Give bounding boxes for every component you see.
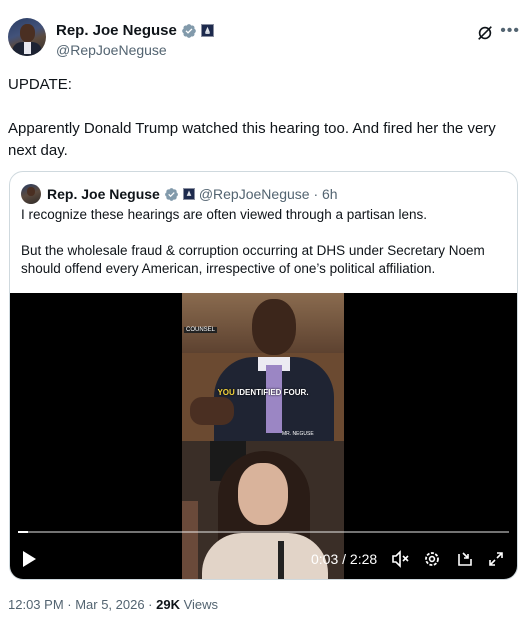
affiliation-badge-icon	[182, 188, 195, 200]
video-time: 0:03 / 2:28	[311, 551, 378, 567]
mute-icon[interactable]	[390, 549, 410, 569]
video-label-left: COUNSEL	[184, 327, 218, 333]
quoted-header: Rep. Joe Neguse @RepJoeNeguse · 6h	[21, 184, 338, 204]
settings-gear-icon[interactable]	[422, 549, 442, 569]
quoted-handle-time: @RepJoeNeguse · 6h	[198, 186, 338, 202]
author-handle[interactable]: @RepJoeNeguse	[56, 42, 167, 58]
tweet-paragraph: UPDATE:	[8, 76, 72, 93]
quoted-avatar	[21, 184, 41, 204]
picture-in-picture-icon[interactable]	[455, 549, 475, 569]
video-player[interactable]: COUNSEL MR. NEGUSE YOU IDENTIFIED FOUR. …	[10, 293, 517, 579]
quoted-paragraph: But the wholesale fraud & corruption occ…	[21, 243, 485, 276]
grok-icon[interactable]	[476, 24, 494, 42]
fullscreen-icon[interactable]	[486, 549, 506, 569]
author-name[interactable]: Rep. Joe Neguse	[56, 22, 177, 39]
tweet-meta: 12:03 PM · Mar 5, 2026 · 29K Views	[8, 597, 218, 612]
author-name-row: Rep. Joe Neguse	[56, 22, 214, 39]
quoted-paragraph: I recognize these hearings are often vie…	[21, 207, 428, 222]
tweet-timestamp[interactable]: 12:03 PM · Mar 5, 2026 ·	[8, 597, 156, 612]
tweet-header: Rep. Joe Neguse @RepJoeNeguse •••	[8, 18, 520, 62]
video-caption-highlight: YOU	[217, 388, 235, 397]
video-caption: YOU IDENTIFIED FOUR.	[182, 388, 344, 397]
more-options-icon[interactable]: •••	[500, 22, 520, 40]
quoted-author-name: Rep. Joe Neguse	[47, 186, 160, 202]
video-frame: COUNSEL MR. NEGUSE YOU IDENTIFIED FOUR.	[182, 293, 344, 579]
video-controls: 0:03 / 2:28	[10, 543, 517, 575]
tweet-body: UPDATE: Apparently Donald Trump watched …	[8, 74, 508, 184]
play-icon[interactable]	[23, 551, 36, 567]
author-avatar[interactable]	[8, 18, 46, 56]
video-caption-rest: IDENTIFIED FOUR.	[234, 388, 309, 397]
views-label: Views	[179, 597, 219, 612]
verified-badge-icon	[182, 23, 196, 38]
verified-badge-icon	[164, 187, 178, 201]
hearing-scene-top: COUNSEL MR. NEGUSE YOU IDENTIFIED FOUR.	[182, 293, 344, 447]
affiliation-badge-icon[interactable]	[200, 24, 214, 37]
views-count: 29K	[156, 597, 180, 612]
video-progress-bar[interactable]	[18, 531, 509, 533]
video-label-right: MR. NEGUSE	[282, 431, 314, 437]
quoted-tweet[interactable]: Rep. Joe Neguse @RepJoeNeguse · 6h I rec…	[9, 171, 518, 580]
quoted-body: I recognize these hearings are often vie…	[21, 206, 509, 278]
tweet-paragraph: Apparently Donald Trump watched this hea…	[8, 120, 496, 159]
